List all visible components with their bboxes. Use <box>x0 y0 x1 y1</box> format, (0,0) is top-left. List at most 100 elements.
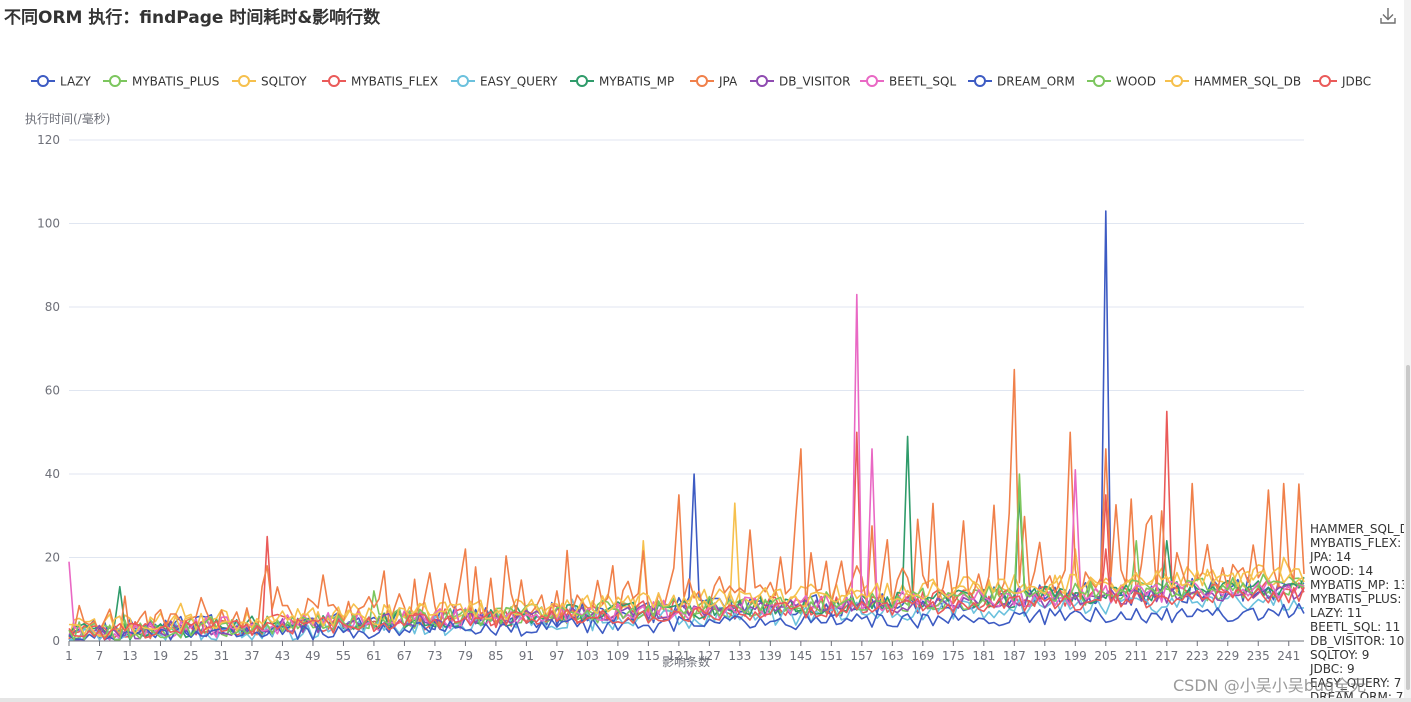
x-tick-label: 169 <box>911 649 934 663</box>
x-tick-label: 79 <box>458 649 473 663</box>
x-tick-label: 139 <box>759 649 782 663</box>
legend-marker-icon <box>1171 75 1183 87</box>
series-lines <box>68 210 1305 641</box>
x-tick-label: 25 <box>183 649 198 663</box>
legend-label: JPA <box>718 75 738 89</box>
x-tick-label: 49 <box>305 649 320 663</box>
x-tick-label: 199 <box>1064 649 1087 663</box>
x-tick-label: 97 <box>549 649 564 663</box>
x-tick-label: 151 <box>820 649 843 663</box>
series-line-mybatis-flex[interactable] <box>68 410 1305 640</box>
legend-marker-icon <box>696 75 708 87</box>
scrollbar-thumb[interactable] <box>1406 365 1410 690</box>
legend-item-db-visitor[interactable]: DB_VISITOR <box>750 75 851 89</box>
x-tick-label: 61 <box>366 649 381 663</box>
y-tick-label: 100 <box>37 217 60 231</box>
legend-marker-icon <box>974 75 986 87</box>
x-tick-label: 205 <box>1094 649 1117 663</box>
x-tick-label: 241 <box>1277 649 1300 663</box>
legend-marker-icon <box>37 75 49 87</box>
bottom-divider <box>0 698 1411 702</box>
legend-marker-icon <box>866 75 878 87</box>
legend-item-lazy[interactable]: LAZY <box>31 75 91 89</box>
legend-label: MYBATIS_PLUS <box>132 75 219 89</box>
legend-item-hammer-sql-db[interactable]: HAMMER_SQL_DB <box>1165 75 1301 89</box>
x-tick-label: 103 <box>576 649 599 663</box>
legend-label: BEETL_SQL <box>889 75 956 89</box>
x-tick-label: 187 <box>1003 649 1026 663</box>
x-tick-label: 67 <box>397 649 412 663</box>
x-tick-label: 181 <box>972 649 995 663</box>
series-end-label: BEETL_SQL: 11 <box>1310 620 1400 634</box>
series-line-lazy[interactable] <box>68 210 1305 641</box>
y-tick-label: 20 <box>45 551 60 565</box>
x-tick-label: 193 <box>1033 649 1056 663</box>
legend-item-easy-query[interactable]: EASY_QUERY <box>451 75 558 89</box>
series-end-label: SQLTOY: 9 <box>1310 648 1369 662</box>
y-axis-label: 执行时间(/毫秒) <box>25 111 110 126</box>
legend-item-mybatis-mp[interactable]: MYBATIS_MP <box>570 75 674 89</box>
x-tick-label: 1 <box>65 649 73 663</box>
x-tick-label: 91 <box>519 649 534 663</box>
x-tick-label: 133 <box>728 649 751 663</box>
legend-item-dream-orm[interactable]: DREAM_ORM <box>968 75 1075 89</box>
legend-label: EASY_QUERY <box>480 75 558 89</box>
legend-label: LAZY <box>60 75 91 89</box>
legend-item-jdbc[interactable]: JDBC <box>1313 75 1371 89</box>
x-tick-label: 211 <box>1125 649 1148 663</box>
legend-item-jpa[interactable]: JPA <box>690 75 738 89</box>
line-chart: LAZY MYBATIS_PLUS SQLTOY MYBATIS_FLEX EASY_Q… <box>25 75 1404 701</box>
series-end-label: LAZY: 11 <box>1310 606 1362 620</box>
x-tick-label: 55 <box>336 649 351 663</box>
legend: LAZY MYBATIS_PLUS SQLTOY MYBATIS_FLEX EASY_Q… <box>31 75 1371 89</box>
legend-marker-icon <box>1319 75 1331 87</box>
x-tick-label: 37 <box>244 649 259 663</box>
legend-marker-icon <box>1093 75 1105 87</box>
legend-label: DB_VISITOR <box>779 75 851 89</box>
x-tick-label: 163 <box>881 649 904 663</box>
series-end-label: DB_VISITOR: 10 <box>1310 634 1404 648</box>
series-end-label: MYBATIS_PLUS: 12 <box>1310 592 1404 606</box>
chart-grid <box>69 139 1304 558</box>
legend-item-beetl-sql[interactable]: BEETL_SQL <box>860 75 956 89</box>
x-tick-label: 115 <box>637 649 660 663</box>
legend-item-sqltoy[interactable]: SQLTOY <box>232 75 307 89</box>
legend-marker-icon <box>328 75 340 87</box>
legend-marker-icon <box>576 75 588 87</box>
y-tick-label: 80 <box>45 300 60 314</box>
legend-item-mybatis-plus[interactable]: MYBATIS_PLUS <box>103 75 219 89</box>
legend-label: MYBATIS_FLEX <box>351 75 438 89</box>
series-end-label: HAMMER_SQL_DB: 16 <box>1310 522 1404 536</box>
y-tick-label: 0 <box>52 634 60 648</box>
x-tick-label: 73 <box>427 649 442 663</box>
x-tick-label: 145 <box>789 649 812 663</box>
x-tick-label: 229 <box>1216 649 1239 663</box>
legend-marker-icon <box>238 75 250 87</box>
legend-marker-icon <box>756 75 768 87</box>
legend-label: WOOD <box>1116 75 1156 89</box>
legend-label: HAMMER_SQL_DB <box>1194 75 1301 89</box>
legend-item-wood[interactable]: WOOD <box>1087 75 1156 89</box>
x-tick-label: 157 <box>850 649 873 663</box>
series-end-label: MYBATIS_FLEX: 15 <box>1310 536 1404 550</box>
y-tick-label: 120 <box>37 133 60 147</box>
legend-label: SQLTOY <box>261 75 307 89</box>
x-tick-label: 13 <box>122 649 137 663</box>
series-end-label: MYBATIS_MP: 13 <box>1310 578 1404 592</box>
legend-item-mybatis-flex[interactable]: MYBATIS_FLEX <box>322 75 438 89</box>
y-tick-label: 60 <box>45 384 60 398</box>
watermark: CSDN @小吴小吴bug全无 <box>1173 676 1367 695</box>
legend-label: JDBC <box>1341 75 1371 89</box>
legend-marker-icon <box>457 75 469 87</box>
x-tick-label: 175 <box>942 649 965 663</box>
x-tick-label: 217 <box>1155 649 1178 663</box>
x-axis-label: 影响条数 <box>662 654 710 669</box>
x-tick-label: 235 <box>1247 649 1270 663</box>
legend-label: MYBATIS_MP <box>599 75 674 89</box>
x-tick-label: 223 <box>1186 649 1209 663</box>
x-tick-label: 31 <box>214 649 229 663</box>
x-tick-label: 85 <box>488 649 503 663</box>
x-tick-label: 19 <box>153 649 168 663</box>
series-end-label: WOOD: 14 <box>1310 564 1373 578</box>
y-axis: 0 20 40 60 80 100 120 <box>37 133 60 648</box>
